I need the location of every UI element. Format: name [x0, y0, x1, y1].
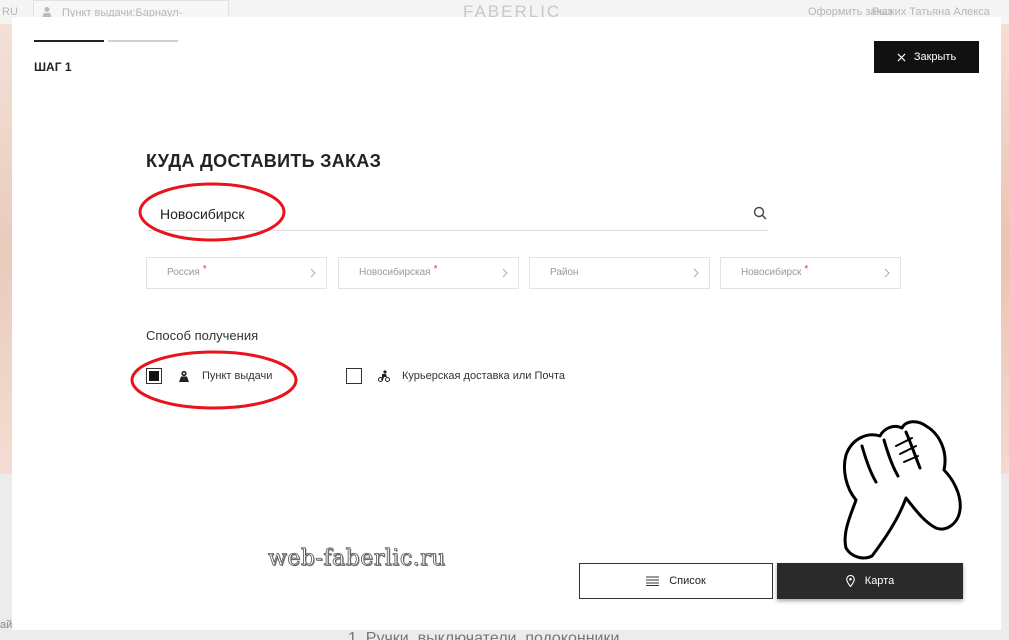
required-marker: *	[202, 264, 207, 275]
country-field-value: Россия	[167, 267, 200, 278]
city-field-value: Новосибирск	[741, 267, 802, 278]
list-button-label: Список	[669, 575, 706, 587]
background-banner-left	[0, 24, 12, 474]
method-courier-option[interactable]: Курьерская доставка или Почта	[346, 367, 565, 385]
map-button-label: Карта	[864, 575, 895, 587]
step-progress-inactive	[108, 40, 178, 42]
search-icon[interactable]	[753, 206, 767, 220]
background-article-heading: 1. Ручки, выключатели, подоконники	[348, 630, 620, 640]
district-field[interactable]: Район	[529, 257, 710, 289]
method-pickup-option[interactable]: Пункт выдачи	[146, 367, 272, 385]
list-view-button[interactable]: Список	[579, 563, 773, 599]
chevron-right-icon	[693, 268, 699, 278]
list-icon	[646, 576, 660, 586]
step-label: ШАГ 1	[34, 60, 72, 74]
map-pin-icon	[845, 575, 855, 587]
district-field-value: Район	[550, 267, 579, 278]
chevron-right-icon	[884, 268, 890, 278]
close-button[interactable]: Закрыть	[874, 41, 979, 73]
courier-icon	[378, 370, 390, 382]
chevron-right-icon	[502, 268, 508, 278]
region-field-value: Новосибирская	[359, 267, 431, 278]
city-search	[146, 197, 768, 231]
courier-checkbox[interactable]	[346, 368, 362, 384]
pickup-person-icon	[179, 370, 189, 382]
watermark: web-faberlic.ru	[268, 546, 446, 572]
pickup-checkbox[interactable]	[146, 368, 162, 384]
delivery-method-label: Способ получения	[146, 328, 259, 343]
step-progress-active	[34, 40, 104, 42]
country-field[interactable]: Россия *	[146, 257, 327, 289]
city-field[interactable]: Новосибирск *	[720, 257, 901, 289]
delivery-modal: ШАГ 1 Закрыть КУДА ДОСТАВИТЬ ЗАКАЗ Росси…	[12, 17, 1001, 630]
pickup-option-label: Пункт выдачи	[202, 370, 273, 382]
region-field[interactable]: Новосибирская *	[338, 257, 519, 289]
map-view-button[interactable]: Карта	[777, 563, 963, 599]
background-banner-right	[1001, 24, 1009, 474]
required-marker: *	[804, 264, 809, 275]
close-icon	[897, 52, 906, 62]
background-left-text: ай	[0, 619, 13, 631]
modal-title: КУДА ДОСТАВИТЬ ЗАКАЗ	[146, 151, 382, 171]
chevron-right-icon	[310, 268, 316, 278]
close-button-label: Закрыть	[913, 51, 957, 63]
required-marker: *	[433, 264, 438, 275]
city-search-input[interactable]	[160, 203, 720, 225]
courier-option-label: Курьерская доставка или Почта	[402, 370, 566, 382]
